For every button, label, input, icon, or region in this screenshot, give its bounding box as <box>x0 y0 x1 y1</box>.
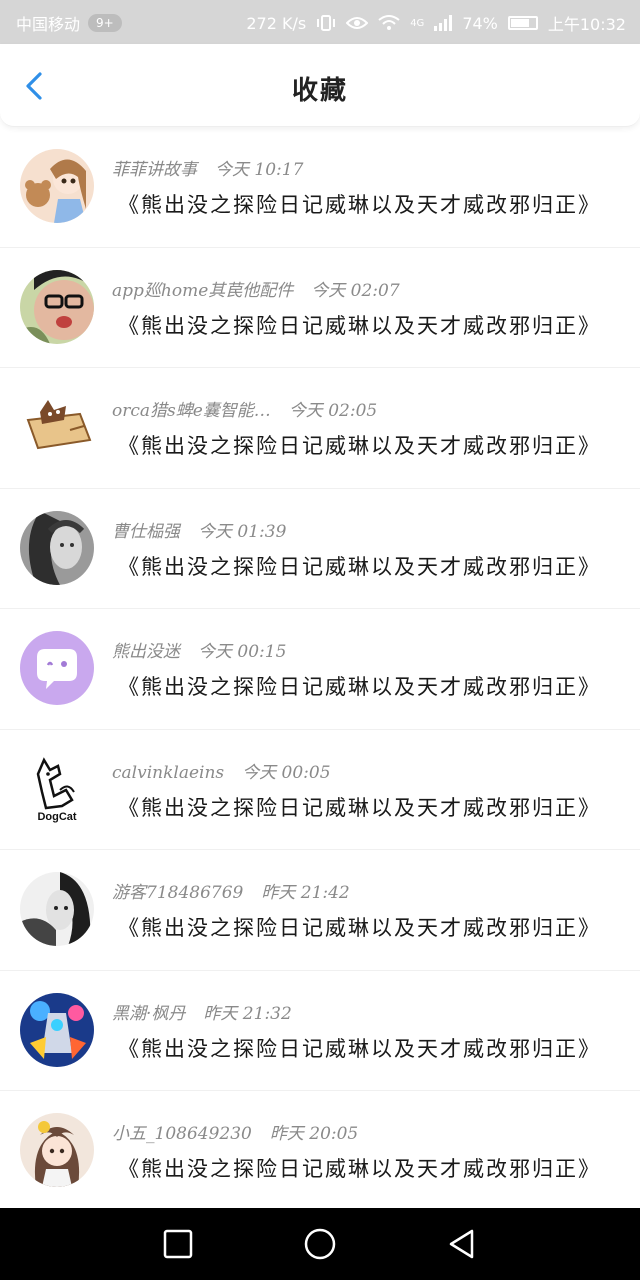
avatar[interactable] <box>20 510 94 585</box>
timestamp: 今天 10:17 <box>215 160 304 180</box>
avatar[interactable] <box>20 1113 94 1187</box>
avatar[interactable] <box>20 992 94 1067</box>
back-nav-button[interactable] <box>444 1226 480 1262</box>
list-item[interactable]: 黑潮·枫丹 昨天 21:32 《熊出没之探险日记威琳以及天才威改邪归正》 <box>0 971 640 1091</box>
carrier-label: 中国移动 <box>16 15 81 34</box>
username: orca猎s蜱e囊智能… <box>112 401 271 421</box>
recents-button[interactable] <box>160 1226 196 1262</box>
favorite-title: 《熊出没之探险日记威琳以及天才威改邪归正》 <box>118 193 601 217</box>
vibrate-icon <box>317 15 336 31</box>
avatar[interactable] <box>20 631 94 705</box>
favorite-title: 《熊出没之探险日记威琳以及天才威改邪归正》 <box>118 1157 601 1181</box>
item-meta: orca猎s蜱e囊智能… 今天 02:05 <box>112 396 377 421</box>
triangle-back-icon <box>449 1229 474 1259</box>
item-meta: 曹仕榀强 今天 01:39 <box>112 517 286 542</box>
list-item[interactable]: app廵home其苠他配件 今天 02:07 《熊出没之探险日记威琳以及天才威改邪… <box>0 248 640 368</box>
timestamp: 今天 01:39 <box>198 521 287 542</box>
battery-icon <box>507 16 538 30</box>
list-item[interactable]: 菲菲讲故事 今天 10:17 《熊出没之探险日记威琳以及天才威改邪归正》 <box>0 127 640 248</box>
timestamp: 昨天 20:05 <box>269 1124 359 1144</box>
avatar[interactable]: DogCat <box>20 751 94 826</box>
app-header: 收藏 <box>0 44 640 127</box>
status-bar: 中国移动 9+ 272 K/s 4G 74% 上午10:32 <box>0 0 640 44</box>
square-recents-icon <box>163 1229 193 1259</box>
list-item[interactable]: 游客718486769 昨天 21:42 《熊出没之探险日记威琳以及天才威改邪归正… <box>0 850 640 971</box>
favorites-list: 菲菲讲故事 今天 10:17 《熊出没之探险日记威琳以及天才威改邪归正》 app廵… <box>0 127 640 1212</box>
home-button[interactable] <box>302 1226 338 1262</box>
favorite-title: 《熊出没之探险日记威琳以及天才威改邪归正》 <box>118 795 601 820</box>
list-item[interactable]: DogCat calvinklaeins 今天 00:05 《熊出没之探险日记威琳… <box>0 730 640 850</box>
avatar[interactable] <box>20 872 94 946</box>
signal-icon <box>434 15 453 31</box>
favorite-title: 《熊出没之探险日记威琳以及天才威改邪归正》 <box>118 313 601 338</box>
item-meta: 黑潮·枫丹 昨天 21:32 <box>112 999 292 1024</box>
favorite-title: 《熊出没之探险日记威琳以及天才威改邪归正》 <box>118 675 601 699</box>
timestamp: 昨天 21:42 <box>261 883 350 903</box>
item-meta: 小五_108649230 昨天 20:05 <box>112 1119 358 1144</box>
username: 游客718486769 <box>112 883 244 903</box>
username: 菲菲讲故事 <box>112 160 197 180</box>
username: 小五_108649230 <box>112 1124 252 1144</box>
favorite-title: 《熊出没之探险日记威琳以及天才威改邪归正》 <box>118 916 601 940</box>
avatar[interactable] <box>20 390 94 464</box>
eye-comfort-icon <box>346 17 369 29</box>
list-item[interactable]: 熊出没迷 今天 00:15 《熊出没之探险日记威琳以及天才威改邪归正》 <box>0 609 640 730</box>
list-item[interactable]: 曹仕榀强 今天 01:39 《熊出没之探险日记威琳以及天才威改邪归正》 <box>0 489 640 609</box>
page-title: 收藏 <box>291 76 348 106</box>
wifi-icon <box>378 15 400 30</box>
item-meta: app廵home其苠他配件 今天 02:07 <box>112 276 400 301</box>
favorite-title: 《熊出没之探险日记威琳以及天才威改邪归正》 <box>118 554 601 579</box>
avatar[interactable] <box>20 269 94 344</box>
list-item[interactable]: 小五_108649230 昨天 20:05 《熊出没之探险日记威琳以及天才威改邪归… <box>0 1091 640 1212</box>
notification-count-badge: 9+ <box>88 14 122 32</box>
network-type: 4G <box>410 17 425 29</box>
avatar-logo-text: DogCat <box>37 811 76 823</box>
avatar[interactable] <box>20 149 94 223</box>
list-item[interactable]: orca猎s蜱e囊智能… 今天 02:05 《熊出没之探险日记威琳以及天才威改邪归… <box>0 368 640 489</box>
status-left: 中国移动 9+ <box>16 11 122 35</box>
network-speed: 272 K/s <box>246 13 307 33</box>
username: 熊出没迷 <box>112 642 180 662</box>
item-meta: 菲菲讲故事 今天 10:17 <box>112 155 303 180</box>
circle-home-icon <box>304 1228 336 1260</box>
timestamp: 昨天 21:32 <box>203 1003 292 1024</box>
favorite-title: 《熊出没之探险日记威琳以及天才威改邪归正》 <box>118 434 601 458</box>
item-meta: calvinklaeins 今天 00:05 <box>112 758 331 783</box>
battery-percent: 74% <box>462 13 498 33</box>
item-meta: 熊出没迷 今天 00:15 <box>112 637 286 662</box>
timestamp: 今天 00:15 <box>198 642 287 662</box>
battery-level <box>510 19 529 27</box>
username: app廵home其苠他配件 <box>112 280 294 301</box>
status-right: 272 K/s 4G 74% 上午10:32 <box>246 11 626 35</box>
timestamp: 今天 02:05 <box>288 401 378 421</box>
timestamp: 今天 02:07 <box>311 280 400 301</box>
timestamp: 今天 00:05 <box>242 762 331 783</box>
username: 曹仕榀强 <box>112 521 180 542</box>
item-meta: 游客718486769 昨天 21:42 <box>112 878 350 903</box>
username: 黑潮·枫丹 <box>112 1003 186 1024</box>
clock: 上午10:32 <box>547 15 626 34</box>
username: calvinklaeins <box>112 762 225 783</box>
system-navigation-bar <box>0 1208 640 1280</box>
favorite-title: 《熊出没之探险日记威琳以及天才威改邪归正》 <box>118 1036 601 1061</box>
